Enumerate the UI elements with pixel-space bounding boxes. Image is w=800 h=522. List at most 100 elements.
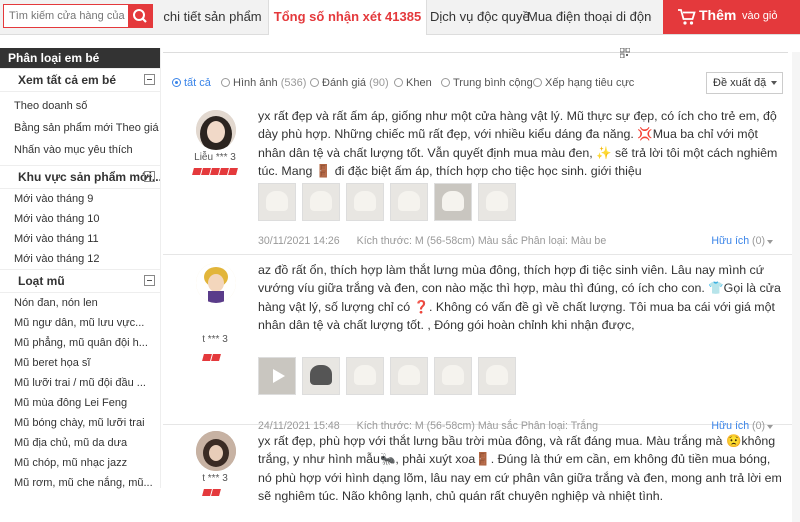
radio-icon <box>394 78 403 87</box>
filter-average[interactable]: Trung bình cộng <box>441 76 533 90</box>
sidebar-section-new[interactable]: Khu vực sản phẩm mới... <box>0 165 160 189</box>
filter-label: Xếp hạng tiêu cực <box>545 77 635 89</box>
sidebar-item-new-by-price[interactable]: Bằng sản phẩm mới Theo giá cả <box>0 117 160 139</box>
chevron-down-icon <box>771 81 777 85</box>
review-item: t *** 3 az đồ rất ổn, thích hợp làm thắt… <box>163 255 800 432</box>
sidebar-item-straw[interactable]: Mũ rơm, mũ che nắng, mũ... <box>0 473 160 493</box>
tab-reviews-label: Tổng số nhận xét <box>273 9 382 24</box>
sidebar-item-month-11[interactable]: Mới vào tháng 11 <box>0 229 160 249</box>
filter-all[interactable]: tất cả <box>172 76 211 90</box>
sidebar-title: Phân loại em bé <box>0 48 160 68</box>
review-photo-thumb[interactable] <box>434 357 472 395</box>
panel-top-border <box>163 34 788 53</box>
reviews-panel: tất cả Hình ảnh (536) Đánh giá (90) Khen… <box>163 34 800 522</box>
user-photo-icon <box>196 263 236 303</box>
avatar[interactable] <box>196 110 236 150</box>
review-filter-bar: tất cả Hình ảnh (536) Đánh giá (90) Khen… <box>163 72 800 94</box>
sidebar-item-jazz[interactable]: Mũ chóp, mũ nhạc jazz <box>0 453 160 473</box>
radio-icon <box>172 78 181 87</box>
radio-icon <box>310 78 319 87</box>
cart-icon <box>678 9 696 25</box>
radio-icon <box>441 78 450 87</box>
scrollbar[interactable] <box>792 52 800 522</box>
review-photo-thumb[interactable] <box>302 183 340 221</box>
sidebar-item-sales[interactable]: Theo doanh số <box>0 95 160 117</box>
collapse-icon[interactable] <box>144 171 155 182</box>
radio-icon <box>533 78 542 87</box>
user-photo-icon <box>196 431 236 471</box>
review-count: 41385 <box>385 9 422 24</box>
review-photo-thumb[interactable] <box>346 357 384 395</box>
user-photo-icon <box>196 110 236 150</box>
filter-label: Trung bình cộng <box>453 77 533 89</box>
store-search-input[interactable] <box>4 5 128 27</box>
qr-code-icon[interactable] <box>620 48 630 58</box>
add-cart-label-small: vào giỏ <box>742 10 778 22</box>
review-photo-thumb[interactable] <box>390 183 428 221</box>
avatar[interactable] <box>196 431 236 471</box>
collapse-icon[interactable] <box>144 74 155 85</box>
sort-label: Đề xuất đặ <box>713 77 767 89</box>
search-icon <box>133 9 147 23</box>
review-photo-thumb[interactable] <box>434 183 472 221</box>
tab-mobile-buy[interactable]: Mua điện thoại di động <box>527 0 652 34</box>
sidebar-item-month-12[interactable]: Mới vào tháng 12 <box>0 249 160 269</box>
avatar[interactable] <box>196 263 236 303</box>
add-cart-label-big: Thêm <box>699 7 737 23</box>
tab-product-details[interactable]: chi tiết sản phẩm <box>160 0 265 34</box>
sidebar-item-beret[interactable]: Mũ beret họa sĩ <box>0 353 160 373</box>
collapse-icon[interactable] <box>144 275 155 286</box>
tab-reviews[interactable]: Tổng số nhận xét 41385 <box>268 0 427 35</box>
user-level-badges <box>202 350 221 361</box>
radio-icon <box>221 78 230 87</box>
filter-negative[interactable]: Xếp hạng tiêu cực <box>533 76 634 90</box>
sidebar-item-month-10[interactable]: Mới vào tháng 10 <box>0 209 160 229</box>
user-level-badges <box>192 164 238 175</box>
tab-exclusive-services[interactable]: Dịch vụ độc quyền <box>430 0 530 34</box>
sidebar-item-favorites[interactable]: Nhấn vào mục yêu thích <box>0 139 160 161</box>
sidebar-item-flat-cap[interactable]: Mũ phẳng, mũ quân đội h... <box>0 333 160 353</box>
filter-praise[interactable]: Khen <box>394 76 432 90</box>
review-video-thumb[interactable] <box>258 357 296 395</box>
sidebar-item-month-9[interactable]: Mới vào tháng 9 <box>0 189 160 209</box>
filter-label: Hình ảnh <box>233 77 278 89</box>
sidebar-item-knit-hat[interactable]: Nón đan, nón len <box>0 293 160 313</box>
review-text: az đồ rất ổn, thích hợp làm thắt lưng mù… <box>258 263 781 332</box>
sort-dropdown[interactable]: Đề xuất đặ <box>706 72 783 94</box>
search-button[interactable] <box>128 5 152 27</box>
helpful-label: Hữu ích <box>711 235 750 247</box>
sidebar-item-cap[interactable]: Mũ lưỡi trai / mũ đội đầu ... <box>0 373 160 393</box>
sidebar-item-lei-feng[interactable]: Mũ mùa đông Lei Feng <box>0 393 160 413</box>
review-color: Màu sắc Phân loại: Màu be <box>477 235 607 247</box>
section-label: Khu vực sản phẩm mới... <box>18 170 160 184</box>
section-label: Xem tất cả em bé <box>18 73 117 87</box>
filter-label: Đánh giá <box>322 77 367 89</box>
filter-images[interactable]: Hình ảnh (536) <box>221 76 306 90</box>
review-username: Liễu *** 3 <box>194 152 236 163</box>
filter-label: tất cả <box>184 77 211 89</box>
review-username: t *** 3 <box>202 473 228 484</box>
sidebar-section-all[interactable]: Xem tất cả em bé <box>0 68 160 92</box>
filter-label: Khen <box>406 77 432 89</box>
helpful-button[interactable]: Hữu ích (0) <box>711 235 773 247</box>
sidebar-item-melon[interactable]: Mũ địa chủ, mũ da dưa <box>0 433 160 453</box>
sidebar-section-hats[interactable]: Loạt mũ <box>0 269 160 293</box>
sidebar-item-bucket-hat[interactable]: Mũ ngư dân, mũ lưu vực... <box>0 313 160 333</box>
review-photo-thumb[interactable] <box>258 183 296 221</box>
play-icon <box>273 369 285 383</box>
review-item: t *** 3 yx rất đẹp, phù hợp với thắt lưn… <box>163 425 800 503</box>
review-photo-thumb[interactable] <box>390 357 428 395</box>
review-size: Kích thước: M (56-58cm) <box>356 235 475 247</box>
filter-ratings[interactable]: Đánh giá (90) <box>310 76 389 90</box>
store-search <box>3 4 153 28</box>
review-photo-thumb[interactable] <box>478 183 516 221</box>
sidebar-item-baseball[interactable]: Mũ bóng chày, mũ lưỡi trai <box>0 413 160 433</box>
review-photo-thumb[interactable] <box>346 183 384 221</box>
review-photo-thumb[interactable] <box>478 357 516 395</box>
filter-count: (536) <box>280 77 307 89</box>
review-photo-thumb[interactable] <box>302 357 340 395</box>
review-date: 30/11/2021 14:26 <box>258 235 340 247</box>
category-sidebar: Phân loại em bé Xem tất cả em bé Theo do… <box>0 48 161 489</box>
add-to-cart-button[interactable]: Thêm vào giỏ <box>663 0 800 34</box>
chevron-down-icon <box>767 240 773 244</box>
